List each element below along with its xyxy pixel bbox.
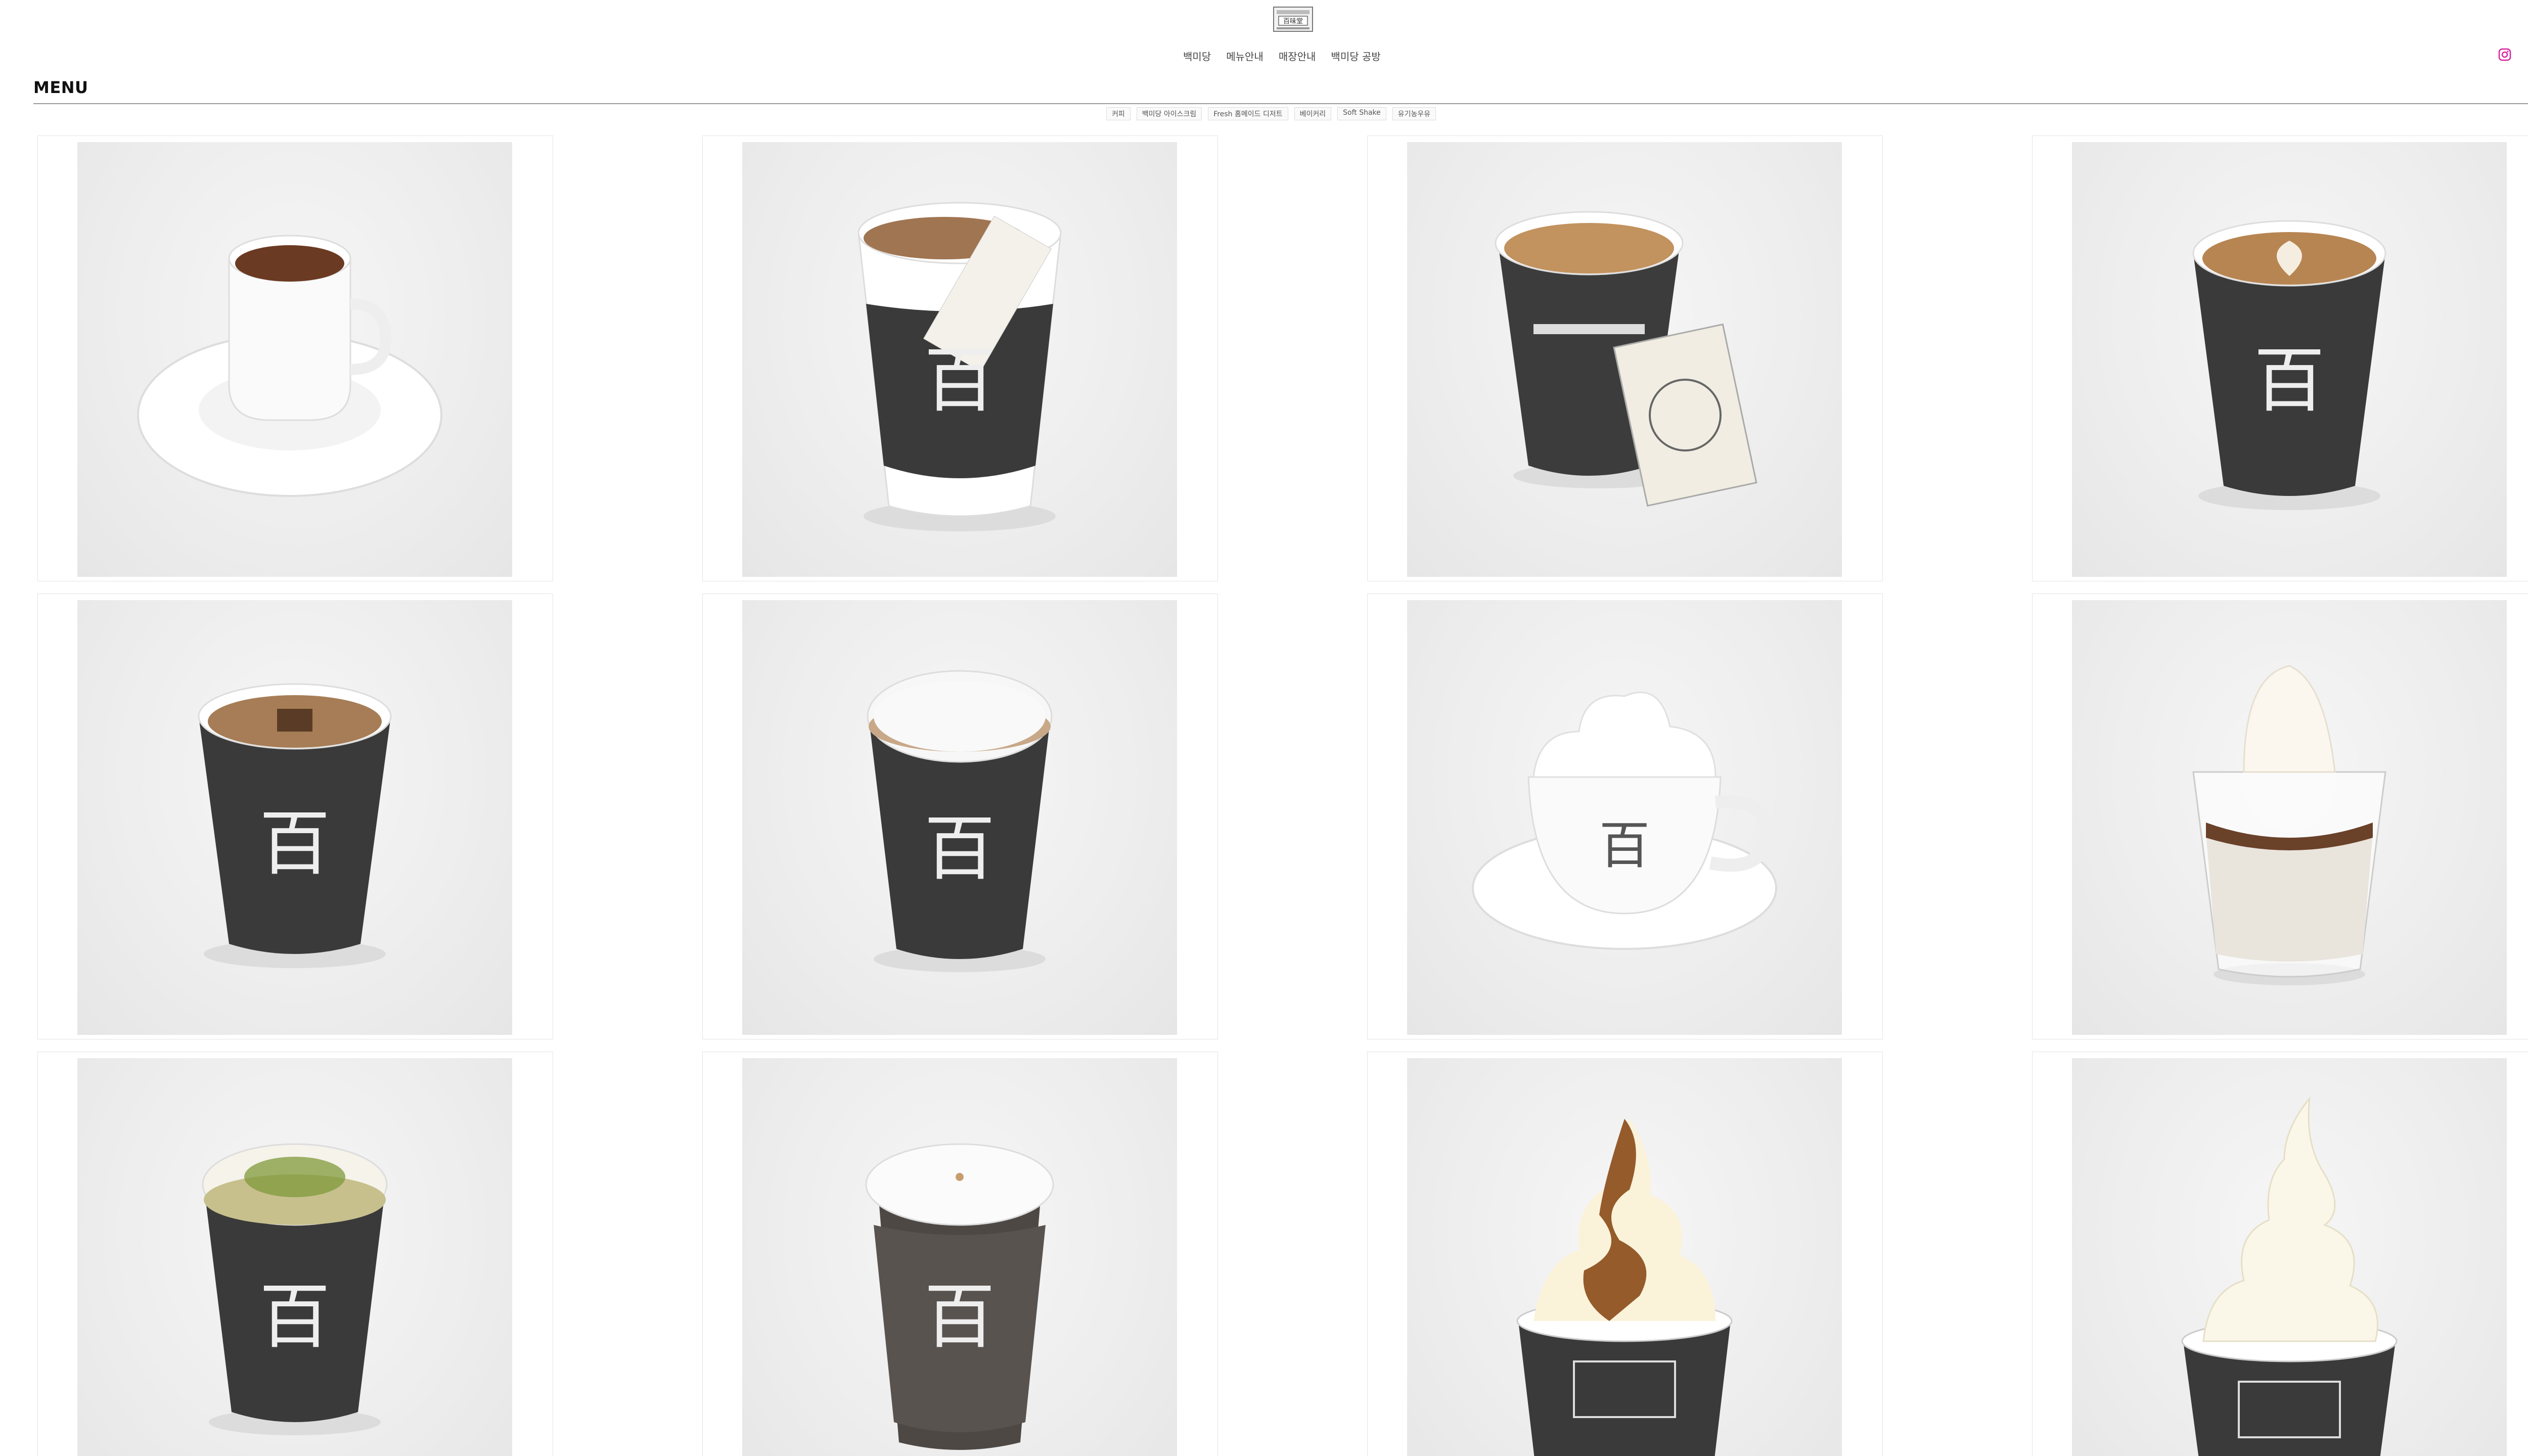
logo-text: 百味堂 xyxy=(1283,18,1303,25)
product-photo: 百 xyxy=(742,600,1177,1035)
product-photo: 百 xyxy=(2072,142,2507,577)
product-photo xyxy=(2072,1058,2507,1456)
social-links xyxy=(2498,48,2528,62)
page-title: MENU xyxy=(33,78,88,97)
product-card[interactable]: 百 xyxy=(702,594,1218,1039)
svg-text:百: 百 xyxy=(259,803,330,885)
product-grid: 百 百 百 百 百 百 百 xyxy=(37,135,2528,1456)
instagram-icon[interactable] xyxy=(2498,48,2512,62)
tab-icecream[interactable]: 백미당 아이스크림 xyxy=(1136,107,1202,120)
product-photo: 百 xyxy=(742,1058,1177,1456)
tab-soft-shake[interactable]: Soft Shake xyxy=(1337,107,1386,120)
main-nav: 백미당 메뉴안내 매장안내 백미당 공방 xyxy=(1183,49,1381,63)
nav-item-workshop[interactable]: 백미당 공방 xyxy=(1331,49,1380,63)
product-card[interactable] xyxy=(1367,1052,1883,1456)
svg-text:百: 百 xyxy=(2254,340,2325,422)
svg-text:百: 百 xyxy=(259,1276,330,1358)
product-card[interactable] xyxy=(37,135,553,581)
product-photo xyxy=(1407,142,1842,577)
svg-text:百: 百 xyxy=(924,808,995,890)
product-photo: 百 xyxy=(77,1058,512,1456)
tab-bakery[interactable]: 베이커리 xyxy=(1294,107,1332,120)
nav-item-baekmidang[interactable]: 백미당 xyxy=(1183,49,1211,63)
product-card[interactable] xyxy=(2032,594,2528,1039)
page: 百味堂 백미당 메뉴안내 매장안내 백미당 공방 MENU 커피 백미당 아이스… xyxy=(0,0,2528,1456)
product-card[interactable] xyxy=(1367,135,1883,581)
product-card[interactable]: 百 xyxy=(702,135,1218,581)
subcategory-tabs: 커피 백미당 아이스크림 Fresh 홈메이드 디저트 베이커리 Soft Sh… xyxy=(1106,107,1436,120)
product-card[interactable]: 百 xyxy=(702,1052,1218,1456)
svg-text:百: 百 xyxy=(924,1276,995,1358)
product-photo: 百 xyxy=(1407,600,1842,1035)
product-card[interactable] xyxy=(2032,1052,2528,1456)
product-photo xyxy=(1407,1058,1842,1456)
product-card[interactable]: 百 xyxy=(1367,594,1883,1039)
product-photo: 百 xyxy=(742,142,1177,577)
svg-text:百: 百 xyxy=(1599,816,1650,875)
tab-organic-milk[interactable]: 유기농우유 xyxy=(1392,107,1436,120)
svg-text:百: 百 xyxy=(924,340,995,422)
product-photo xyxy=(2072,600,2507,1035)
tab-coffee[interactable]: 커피 xyxy=(1106,107,1131,120)
brand-logo[interactable]: 百味堂 xyxy=(1272,4,1315,34)
product-card[interactable]: 百 xyxy=(37,1052,553,1456)
product-card[interactable]: 百 xyxy=(37,594,553,1039)
product-photo: 百 xyxy=(77,600,512,1035)
tab-dessert[interactable]: Fresh 홈메이드 디저트 xyxy=(1208,107,1288,120)
nav-item-menu[interactable]: 메뉴안내 xyxy=(1226,49,1263,63)
product-photo xyxy=(77,142,512,577)
nav-item-stores[interactable]: 매장안내 xyxy=(1279,49,1316,63)
title-divider xyxy=(33,103,2528,104)
product-card[interactable]: 百 xyxy=(2032,135,2528,581)
